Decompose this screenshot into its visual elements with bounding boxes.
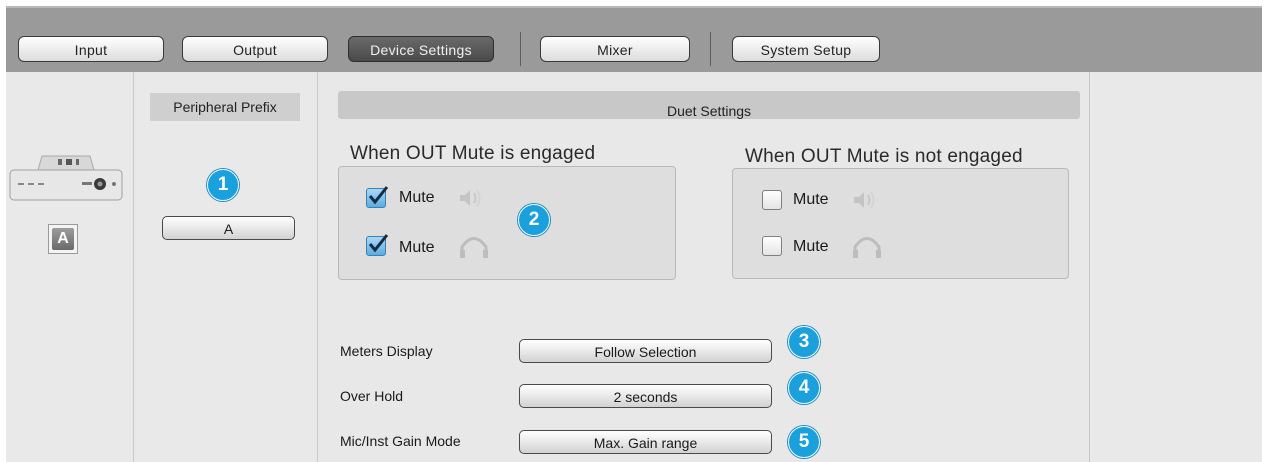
engaged-group-box (338, 166, 676, 280)
over-hold-popup[interactable]: 2 seconds (519, 384, 772, 408)
toolbar-divider (520, 32, 521, 66)
callout-badge-4: 4 (788, 372, 820, 404)
engaged-speaker-mute-label: Mute (399, 189, 435, 206)
speaker-icon (458, 187, 484, 214)
duet-device-image[interactable] (8, 150, 124, 206)
tab-input[interactable]: Input (18, 36, 164, 62)
meters-display-label: Meters Display (340, 343, 433, 359)
headphone-icon (851, 232, 883, 265)
engaged-speaker-mute-checkbox[interactable] (366, 186, 389, 208)
speaker-icon (852, 189, 878, 216)
not-engaged-headphone-mute-label: Mute (793, 238, 829, 255)
peripheral-prefix-button[interactable]: A (162, 216, 295, 240)
engaged-headphone-mute-checkbox[interactable] (366, 234, 389, 256)
tab-output[interactable]: Output (182, 36, 328, 62)
device-prefix-tile[interactable]: A (48, 224, 78, 254)
callout-badge-3: 3 (788, 326, 820, 358)
not-engaged-group-title: When OUT Mute is not engaged (745, 146, 1023, 167)
gain-mode-popup[interactable]: Max. Gain range (519, 430, 772, 454)
over-hold-label: Over Hold (340, 388, 404, 404)
meters-display-popup[interactable]: Follow Selection (519, 339, 772, 363)
checkmark-icon (368, 186, 389, 205)
prefix-column (134, 72, 318, 462)
right-empty-panel (1090, 72, 1262, 462)
gain-mode-label: Mic/Inst Gain Mode (340, 433, 461, 449)
peripheral-prefix-title: Peripheral Prefix (150, 93, 300, 121)
engaged-headphone-mute-label: Mute (399, 239, 435, 256)
not-engaged-group-box (732, 168, 1069, 279)
tab-device-settings[interactable]: Device Settings (348, 36, 494, 62)
headphone-icon (458, 232, 490, 265)
tab-system-setup[interactable]: System Setup (732, 36, 880, 62)
callout-badge-2: 2 (518, 204, 550, 236)
tab-mixer[interactable]: Mixer (540, 36, 690, 62)
engaged-group-title: When OUT Mute is engaged (350, 143, 596, 164)
device-icon (9, 155, 123, 201)
top-toolbar: Input Output Device Settings Mixer Syste… (6, 6, 1262, 74)
callout-badge-1: 1 (207, 169, 239, 201)
duet-settings-header: Duet Settings (338, 91, 1080, 119)
not-engaged-speaker-mute-label: Mute (793, 191, 829, 208)
device-prefix-badge: A (52, 228, 74, 250)
not-engaged-headphone-mute-checkbox[interactable] (762, 236, 782, 256)
checkmark-icon (368, 234, 389, 253)
not-engaged-speaker-mute-checkbox[interactable] (762, 190, 782, 210)
toolbar-divider (710, 32, 711, 66)
device-column (6, 72, 134, 462)
callout-badge-5: 5 (788, 426, 820, 458)
